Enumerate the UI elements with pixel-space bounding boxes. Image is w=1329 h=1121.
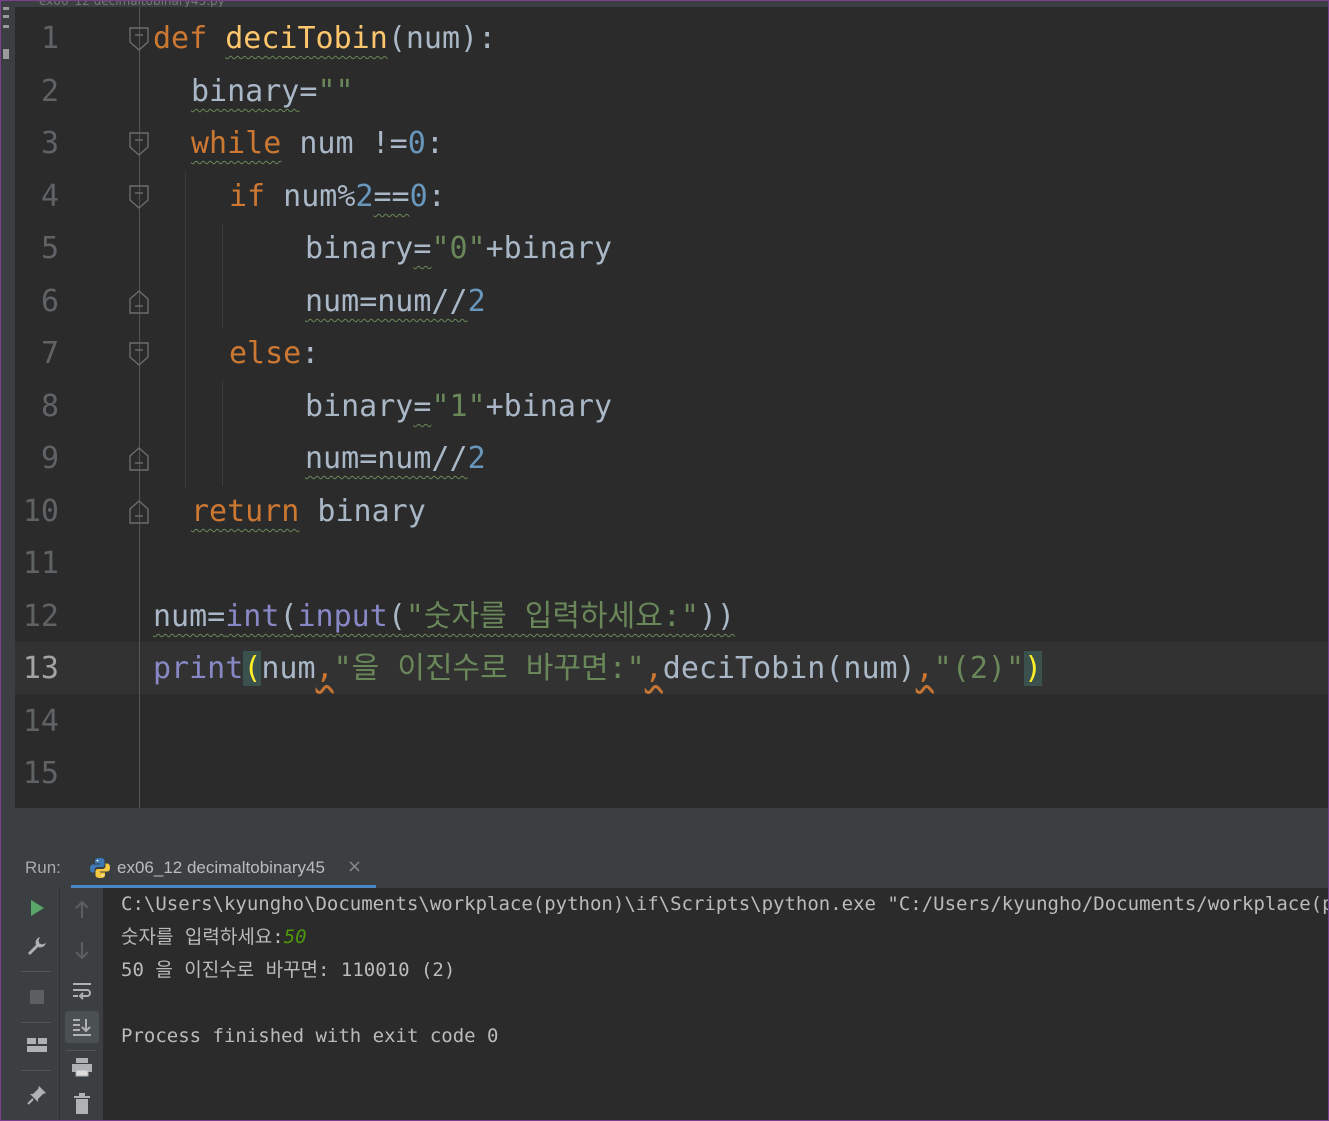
line-number: 15 xyxy=(22,756,59,791)
line-number: 2 xyxy=(40,74,59,109)
run-toolbar-right xyxy=(59,888,104,1120)
code-line-10: return binary xyxy=(191,494,426,529)
code-editor[interactable]: 1 2 3 4 5 6 7 8 9 10 11 12 13 14 15 def … xyxy=(15,7,1328,808)
indent-guide xyxy=(185,172,186,487)
indent-guide xyxy=(222,381,223,486)
line-number: 6 xyxy=(40,284,59,319)
fold-close-icon[interactable] xyxy=(129,447,149,471)
run-tab-title: ex06_12 decimaltobinary45 xyxy=(117,858,325,877)
stop-icon[interactable] xyxy=(23,983,51,1011)
code-line-8: binary="1"+binary xyxy=(305,389,613,424)
fold-close-icon[interactable] xyxy=(129,500,149,524)
code-line-13: print(num,"을 이진수로 바꾸면:",deciTobin(num),"… xyxy=(153,651,1043,686)
console-prompt: 숫자를 입력하세요: xyxy=(121,926,284,948)
console-command-line: C:\Users\kyungho\Documents\workplace(pyt… xyxy=(121,893,1329,915)
run-label: Run: xyxy=(25,858,61,877)
fold-open-icon[interactable] xyxy=(129,27,149,51)
scroll-to-end-icon[interactable] xyxy=(65,1011,99,1043)
fold-close-icon[interactable] xyxy=(129,290,149,314)
panel-splitter[interactable] xyxy=(15,808,1328,848)
line-number: 11 xyxy=(22,546,59,581)
fold-open-icon[interactable] xyxy=(129,132,149,156)
code-line-3: while num !=0: xyxy=(191,126,444,161)
line-number: 4 xyxy=(40,179,59,214)
console-output[interactable]: C:\Users\kyungho\Documents\workplace(pyt… xyxy=(103,888,1329,1120)
code-line-5: binary="0"+binary xyxy=(305,231,613,266)
code-line-12: num=int(input("숫자를 입력하세요:")) xyxy=(153,599,736,634)
console-result-line: 50 을 이진수로 바꾸면: 110010 (2) xyxy=(121,959,456,981)
code-line-4: if num%2==0: xyxy=(229,179,446,214)
console-user-input: 50 xyxy=(283,926,307,948)
close-icon[interactable]: × xyxy=(347,856,362,877)
code-line-2: binary="" xyxy=(191,74,354,109)
gutter-separator xyxy=(139,7,140,808)
pin-icon[interactable] xyxy=(23,1081,51,1109)
line-number-active: 13 xyxy=(22,651,59,686)
arrow-down-icon[interactable] xyxy=(68,936,96,964)
trash-icon[interactable] xyxy=(68,1090,96,1118)
arrow-up-icon[interactable] xyxy=(68,896,96,924)
ide-window: ex06_12 decimaltobinary45.py 1 2 3 4 5 6… xyxy=(0,0,1329,1121)
code-line-9: num=num//2 xyxy=(305,441,486,476)
run-panel-header: Run: ex06_12 decimaltobinary45 × xyxy=(15,848,1328,888)
wrench-icon[interactable] xyxy=(23,932,51,960)
python-icon xyxy=(90,858,110,878)
line-number: 9 xyxy=(40,441,59,476)
left-tool-strip xyxy=(1,1,15,1120)
line-number: 10 xyxy=(22,494,59,529)
line-number: 7 xyxy=(40,336,59,371)
fold-open-icon[interactable] xyxy=(129,342,149,366)
line-number: 8 xyxy=(40,389,59,424)
print-icon[interactable] xyxy=(68,1053,96,1081)
console-exit-line: Process finished with exit code 0 xyxy=(121,1025,499,1047)
line-number: 12 xyxy=(22,599,59,634)
code-line-7: else: xyxy=(229,336,320,371)
layout-icon[interactable] xyxy=(23,1031,51,1059)
line-number: 1 xyxy=(40,21,59,56)
code-line-1: def deciTobin(num): xyxy=(153,21,497,56)
line-number: 3 xyxy=(40,126,59,161)
line-number: 5 xyxy=(40,231,59,266)
run-tab[interactable]: ex06_12 decimaltobinary45 × xyxy=(71,848,376,888)
soft-wrap-icon[interactable] xyxy=(68,976,96,1004)
console-prompt-line: 숫자를 입력하세요:50 xyxy=(121,921,307,954)
fold-open-icon[interactable] xyxy=(129,185,149,209)
indent-guide xyxy=(222,224,223,329)
run-icon[interactable] xyxy=(23,894,51,922)
run-toolbar-left xyxy=(15,888,59,1120)
line-number: 14 xyxy=(22,704,59,739)
code-line-6: num=num//2 xyxy=(305,284,486,319)
